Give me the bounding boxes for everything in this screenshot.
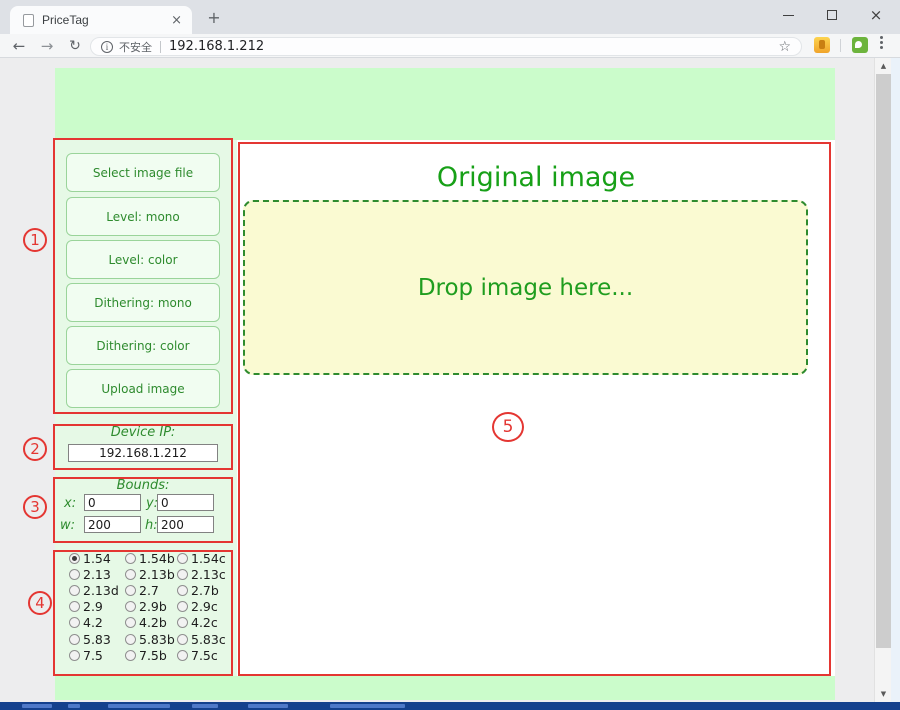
annotation-box-4 — [53, 550, 233, 676]
extension-icon-green[interactable] — [852, 37, 868, 53]
tab-strip: PriceTag × + × — [0, 0, 900, 34]
scroll-down-icon[interactable]: ▼ — [875, 686, 892, 702]
scrollbar-thumb[interactable] — [876, 74, 891, 648]
extension-divider — [840, 39, 841, 52]
window-right-edge — [891, 58, 900, 702]
window-controls: × — [766, 0, 898, 30]
window-minimize-button[interactable] — [766, 0, 810, 30]
taskbar-artifact — [68, 704, 80, 708]
annotation-box-5 — [238, 142, 831, 676]
annotation-marker-2: 2 — [23, 437, 47, 461]
taskbar-artifact — [108, 704, 170, 708]
url-text[interactable]: 192.168.1.212 — [169, 39, 778, 54]
browser-menu-icon[interactable] — [880, 41, 883, 44]
back-button[interactable]: ← — [8, 35, 30, 57]
taskbar-strip — [0, 702, 900, 710]
window-close-button[interactable]: × — [854, 0, 898, 30]
taskbar-artifact — [330, 704, 405, 708]
annotation-box-1 — [53, 138, 233, 414]
annotation-box-2 — [53, 424, 233, 470]
maximize-icon — [827, 10, 837, 20]
window-maximize-button[interactable] — [810, 0, 854, 30]
info-icon[interactable]: i — [101, 40, 113, 53]
annotation-marker-4: 4 — [28, 591, 52, 615]
tab-title: PriceTag — [42, 13, 89, 27]
taskbar-artifact — [248, 704, 288, 708]
address-separator — [160, 40, 161, 53]
browser-window: PriceTag × + × ← → ↻ i 不安全 192.168.1.212… — [0, 0, 900, 710]
taskbar-artifact — [192, 704, 218, 708]
address-bar[interactable]: i 不安全 192.168.1.212 ☆ — [90, 37, 802, 56]
scrollbar[interactable]: ▲ ▼ — [874, 58, 891, 702]
annotation-marker-3: 3 — [23, 495, 47, 519]
refresh-button[interactable]: ↻ — [64, 35, 86, 57]
annotation-marker-1: 1 — [23, 228, 47, 252]
scroll-up-icon[interactable]: ▲ — [875, 58, 892, 74]
page-viewport: Select image file Level: mono Level: col… — [0, 58, 874, 702]
taskbar-artifact — [22, 704, 52, 708]
bookmark-star-icon[interactable]: ☆ — [778, 39, 791, 55]
browser-tab[interactable]: PriceTag × — [10, 6, 192, 34]
annotation-marker-5: 5 — [492, 412, 524, 442]
new-tab-button[interactable]: + — [202, 7, 226, 29]
minimize-icon — [782, 14, 794, 16]
tab-close-icon[interactable]: × — [169, 13, 184, 28]
page-favicon-icon — [23, 13, 34, 27]
extension-icon-yellow[interactable] — [814, 37, 830, 53]
forward-button[interactable]: → — [36, 35, 58, 57]
annotation-box-3 — [53, 477, 233, 543]
security-label: 不安全 — [119, 40, 152, 54]
